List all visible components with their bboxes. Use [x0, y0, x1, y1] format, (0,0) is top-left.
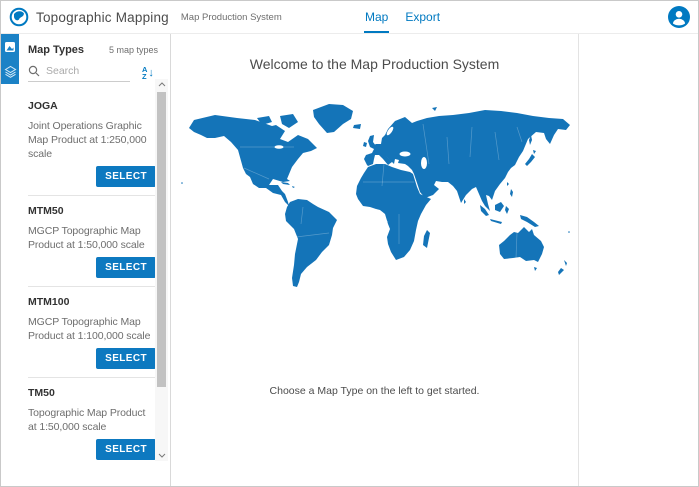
map-type-actions: SELECT: [28, 257, 156, 278]
nav-map[interactable]: Map: [364, 1, 389, 33]
globe-logo-icon: [9, 7, 29, 27]
map-type-actions: SELECT: [28, 166, 156, 187]
map-type-list: JOGA Joint Operations Graphic Map Produc…: [19, 91, 170, 468]
main-area: Welcome to the Map Production System: [171, 34, 698, 486]
scroll-down-icon[interactable]: [155, 449, 168, 461]
search-icon: [28, 65, 40, 77]
select-button[interactable]: SELECT: [96, 348, 156, 369]
map-type-item: JOGA Joint Operations Graphic Map Produc…: [28, 91, 156, 196]
map-type-actions: SELECT: [28, 348, 156, 369]
map-type-actions: SELECT: [28, 439, 156, 460]
app-body: Map Types 5 map types A Z ↓: [1, 34, 698, 486]
map-type-item: TM50 Topographic Map Product at 1:50,000…: [28, 378, 156, 468]
account-icon[interactable]: [668, 6, 690, 28]
map-type-name: MTM50: [28, 205, 156, 217]
map-type-name: TM50: [28, 387, 156, 399]
nav-export[interactable]: Export: [404, 1, 441, 33]
layers-tool-icon[interactable]: [1, 59, 19, 84]
sort-arrow-icon: ↓: [148, 68, 154, 79]
map-type-item: MTM50 MGCP Topographic Map Product at 1:…: [28, 196, 156, 287]
map-tool-icon[interactable]: [1, 34, 19, 59]
world-map-image: [177, 102, 573, 288]
map-type-description: MGCP Topographic Map Product at 1:100,00…: [28, 315, 156, 343]
map-type-count: 5 map types: [109, 45, 158, 55]
helper-text: Choose a Map Type on the left to get sta…: [270, 385, 480, 397]
map-types-panel: Map Types 5 map types A Z ↓: [19, 34, 171, 486]
sort-az-icon[interactable]: A Z ↓: [142, 67, 154, 80]
welcome-title: Welcome to the Map Production System: [250, 56, 500, 72]
search-box[interactable]: [28, 65, 130, 82]
select-button[interactable]: SELECT: [96, 166, 156, 187]
scroll-up-icon[interactable]: [155, 78, 168, 90]
app-title: Topographic Mapping: [36, 10, 169, 25]
list-scrollbar[interactable]: [155, 79, 168, 461]
brand: Topographic Mapping Map Production Syste…: [9, 7, 282, 27]
tool-strip: [1, 34, 19, 486]
select-button[interactable]: SELECT: [96, 257, 156, 278]
panel-title: Map Types: [28, 44, 84, 56]
panel-head: Map Types 5 map types: [19, 42, 170, 56]
map-type-item: MTM100 MGCP Topographic Map Product at 1…: [28, 287, 156, 378]
top-nav: Map Export: [364, 1, 441, 33]
welcome-panel: Welcome to the Map Production System: [171, 34, 579, 486]
map-type-name: JOGA: [28, 100, 156, 112]
app-window: Topographic Mapping Map Production Syste…: [0, 0, 699, 487]
search-row: A Z ↓: [28, 65, 164, 82]
select-button[interactable]: SELECT: [96, 439, 156, 460]
sort-letter-z: Z: [142, 74, 147, 81]
scrollbar-thumb[interactable]: [157, 92, 166, 387]
app-header: Topographic Mapping Map Production Syste…: [1, 1, 698, 34]
search-input[interactable]: [40, 65, 124, 77]
app-subtitle: Map Production System: [181, 12, 282, 23]
map-type-description: Joint Operations Graphic Map Product at …: [28, 119, 156, 161]
right-panel-empty: [579, 34, 698, 486]
map-type-name: MTM100: [28, 296, 156, 308]
map-type-description: Topographic Map Product at 1:50,000 scal…: [28, 406, 156, 434]
map-type-description: MGCP Topographic Map Product at 1:50,000…: [28, 224, 156, 252]
